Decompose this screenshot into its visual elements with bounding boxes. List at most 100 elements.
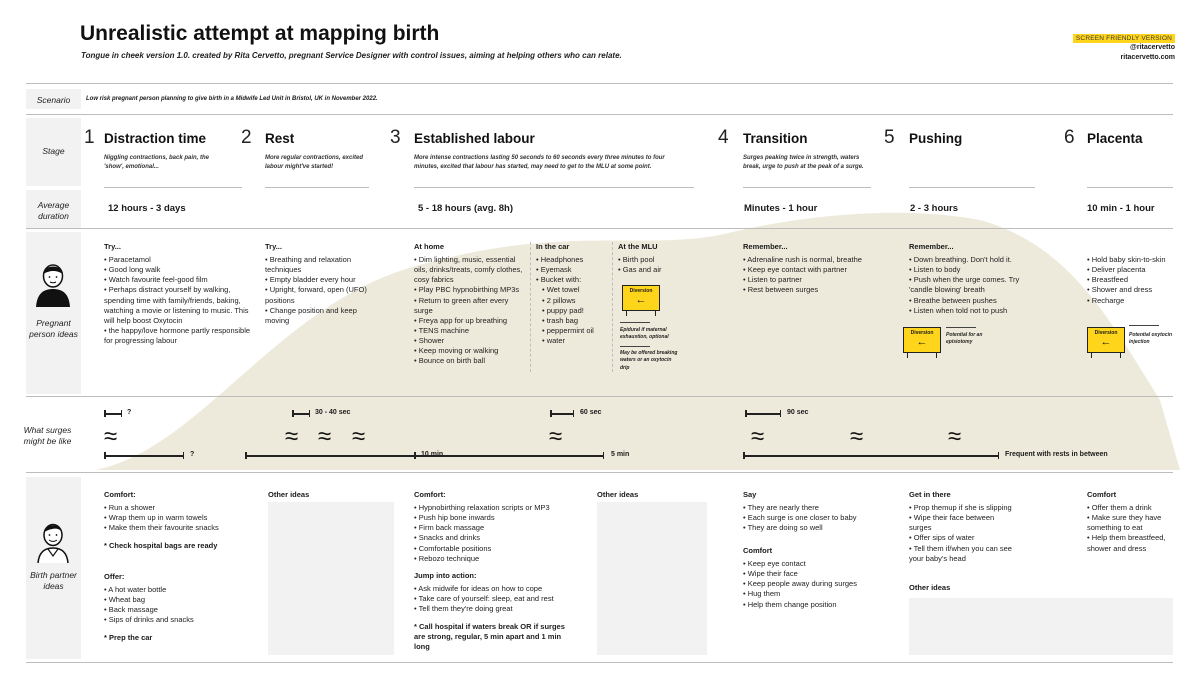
comfort-list: • Keep eye contact • Wipe their face • K…	[743, 559, 888, 610]
list-item: • Return to green after every surge	[414, 295, 509, 315]
stage-name: Placenta	[1087, 131, 1143, 146]
author-site[interactable]: ritacervetto.com	[1121, 54, 1175, 61]
at-home-heading: At home	[414, 242, 444, 251]
list-item: • 2 pillows	[542, 295, 576, 305]
list-item: • Listen when told not to push	[909, 305, 1008, 315]
list-item: • Keep eye contact with partner	[743, 265, 847, 275]
list-item: • peppermint oil	[542, 325, 594, 335]
say-heading: Say	[743, 490, 757, 499]
divider	[26, 114, 1173, 115]
list-item: • Breathe between pushes	[909, 295, 997, 305]
surge-duration-bar	[550, 410, 574, 416]
divider	[26, 396, 1173, 397]
get-in-there-heading: Get in there	[909, 490, 951, 499]
jump-into-action-list: • Ask midwife for ideas on how to cope •…	[414, 584, 584, 614]
list-item: • They are doing so well	[743, 523, 823, 533]
stage-rule	[909, 187, 1035, 188]
list-item: • Adrenaline rush is normal, breathe	[743, 255, 862, 264]
surge-interval-label: 5 min	[611, 451, 630, 458]
jump-into-action-heading: Jump into action:	[414, 571, 477, 580]
note-rule	[620, 346, 650, 347]
surge-duration-bar	[292, 410, 310, 416]
author-handle[interactable]: @ritacervetto	[1130, 44, 1175, 51]
oxytocin-note: Potential oxytocin injection	[1129, 332, 1173, 346]
epidural-note: Epidural if maternal exhaustion, optiona…	[620, 327, 669, 341]
page-subtitle: Tongue in cheek version 1.0. created by …	[81, 51, 622, 60]
list-item: • the happy/love hormone partly responsi…	[104, 325, 251, 345]
other-ideas-box[interactable]	[268, 502, 394, 655]
list-item: • Offer sips of water	[909, 533, 975, 543]
divider	[26, 662, 1173, 663]
list-item: • Breathing and relaxation techniques	[265, 255, 352, 275]
list-item: • Wet towel	[542, 285, 580, 295]
duration-value: 10 min - 1 hour	[1087, 203, 1155, 214]
stage-name: Rest	[265, 131, 295, 146]
surges-row-label: What surges might be like	[23, 425, 72, 446]
try-heading: Try...	[104, 242, 121, 251]
stage-rule	[265, 187, 369, 188]
comfort-list: • Hypnobirthing relaxation scripts or MP…	[414, 503, 589, 564]
list-item: • Hypnobirthing relaxation scripts or MP…	[414, 503, 550, 512]
list-item: • Freya app for up breathing	[414, 315, 508, 325]
episiotomy-note: Potential for an episiotomy	[946, 332, 983, 346]
list-item: • Empty bladder every hour	[265, 275, 356, 285]
at-the-mlu-heading: At the MLU	[618, 242, 658, 251]
stage-description: Surges peaking twice in strength, waters…	[743, 155, 864, 170]
other-ideas-box[interactable]	[909, 598, 1173, 655]
list-item: • Help them change position	[743, 599, 837, 609]
at-home-list: • Dim lighting, music, essential oils, d…	[414, 255, 526, 366]
partner-band	[26, 477, 81, 659]
stage-description: More regular contractions, excited labou…	[265, 155, 364, 170]
sign-legs	[1091, 353, 1121, 358]
other-ideas-heading: Other ideas	[597, 490, 639, 499]
surge-duration-label: 90 sec	[787, 409, 809, 416]
list-item: • Recharge	[1087, 295, 1125, 305]
try-list: • Breathing and relaxation techniques • …	[265, 255, 375, 326]
surge-interval-bar	[104, 452, 184, 458]
sign-legs	[626, 311, 656, 316]
list-item: • Shower and dress	[1087, 285, 1153, 295]
comfort-heading: Comfort:	[414, 490, 446, 499]
in-the-car-heading: In the car	[536, 242, 570, 251]
stage-rule	[743, 187, 871, 188]
sign-legs	[907, 353, 937, 358]
stage-rule	[1087, 187, 1173, 188]
get-in-there-list: • Prop themup if she is slipping • Wipe …	[909, 503, 1014, 564]
prep-car-note: * Prep the car	[104, 633, 153, 642]
stage-name: Pushing	[909, 131, 963, 146]
list-item: • Dim lighting, music, essential oils, d…	[414, 255, 523, 285]
list-item: • Rest between surges	[743, 285, 819, 295]
list-item: • Sips of drinks and snacks	[104, 615, 194, 625]
waters-note: May be offered breaking waters or an oxy…	[620, 350, 678, 371]
remember-list: • Down breathing. Don't hold it. • Liste…	[909, 255, 1044, 316]
at-the-mlu-list: • Birth pool • Gas and air	[618, 255, 688, 275]
stage-number: 5	[884, 127, 895, 148]
list-item: • TENS machine	[414, 325, 470, 335]
list-item: • Wheat bag	[104, 595, 145, 605]
list-item: • Birth pool	[618, 255, 655, 264]
partner-row-label: Birth partner ideas	[30, 570, 77, 591]
list-item: • Upright, forward, open (UFO) positions	[265, 285, 367, 305]
list-item: • trash bag	[542, 315, 578, 325]
duration-value: 2 - 3 hours	[910, 203, 959, 214]
list-item: • A hot water bottle	[104, 585, 167, 594]
list-item: • Breastfeed	[1087, 275, 1128, 285]
list-item: • They are nearly there	[743, 503, 819, 512]
other-ideas-box[interactable]	[597, 502, 707, 655]
column-divider	[612, 242, 613, 372]
other-ideas-heading: Other ideas	[268, 490, 310, 499]
wave-icon: ≈	[549, 423, 563, 450]
list-item: • Rebozo technique	[414, 553, 480, 563]
wave-icon: ≈	[850, 423, 864, 450]
note-rule	[946, 327, 976, 328]
surge-interval-bar	[743, 452, 999, 458]
list-item: • puppy pad!	[542, 305, 584, 315]
comfort-list: • Run a shower • Wrap them up in warm to…	[104, 503, 249, 533]
list-item: • water	[542, 336, 566, 345]
stage-name: Distraction time	[104, 131, 207, 146]
note-rule	[620, 322, 650, 323]
try-list: • Paracetamol • Good long walk • Watch f…	[104, 255, 254, 346]
say-list: • They are nearly there • Each surge is …	[743, 503, 888, 533]
list-item: • Offer them a drink	[1087, 503, 1152, 512]
note-rule	[1129, 325, 1159, 326]
